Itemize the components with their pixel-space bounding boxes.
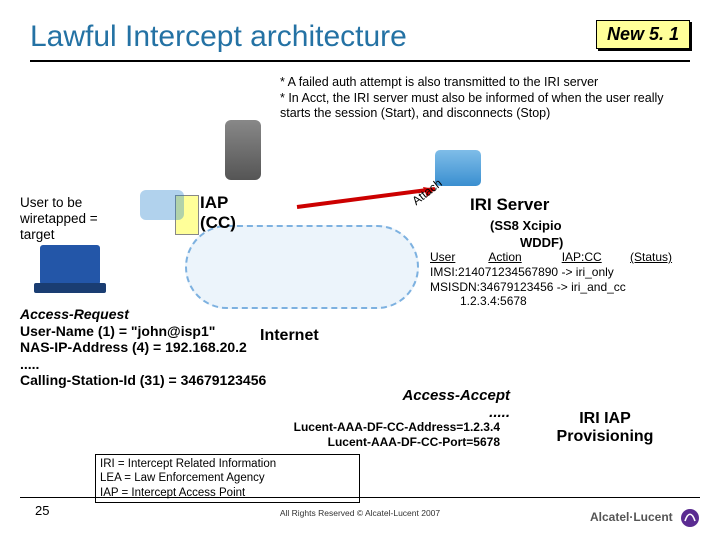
note-line: * In Acct, the IRI server must also be i… bbox=[280, 91, 690, 122]
iri-table-row: MSISDN:34679123456 -> iri_and_cc 1.2.3.4… bbox=[430, 280, 720, 308]
col-status: (Status) bbox=[630, 250, 685, 264]
database-icon bbox=[225, 120, 261, 180]
definitions-box: IRI = Intercept Related Information LEA … bbox=[95, 454, 360, 503]
network-cloud-icon bbox=[185, 225, 419, 309]
page-title: Lawful Intercept architecture bbox=[30, 20, 407, 53]
target-user-label: User to be wiretapped = target bbox=[20, 195, 110, 244]
access-request-title: Access-Request bbox=[20, 306, 266, 323]
iri-server-label: IRI Server bbox=[470, 195, 549, 215]
avp-dots: ..... bbox=[20, 356, 266, 373]
iri-row-main: MSISDN:34679123456 -> iri_and_cc bbox=[430, 280, 626, 294]
cc-label: (CC) bbox=[200, 213, 236, 233]
internet-label: Internet bbox=[260, 327, 319, 345]
iri-table-header: User Action IAP:CC (Status) bbox=[430, 250, 685, 264]
new-badge: New 5. 1 bbox=[596, 20, 690, 49]
definition-line: LEA = Law Enforcement Agency bbox=[100, 471, 355, 485]
wddf-sublabel: WDDF) bbox=[520, 235, 563, 250]
laptop-icon bbox=[40, 245, 100, 285]
iri-row-addr: 1.2.3.4:5678 bbox=[460, 294, 527, 308]
iri-table-row: IMSI:214071234567890 -> iri_only bbox=[430, 265, 614, 279]
col-action: Action bbox=[488, 250, 558, 264]
avp-line: User-Name (1) = "john@isp1" bbox=[20, 323, 266, 340]
iri-iap-provisioning-label: IRI IAP Provisioning bbox=[545, 410, 665, 447]
avp-dots: ..... bbox=[290, 404, 510, 421]
col-user: User bbox=[430, 250, 485, 264]
lucent-avp-line: Lucent-AAA-DF-CC-Address=1.2.3.4 bbox=[260, 420, 500, 435]
lucent-avp-block: Lucent-AAA-DF-CC-Address=1.2.3.4 Lucent-… bbox=[260, 420, 500, 450]
iri-server-sublabel: (SS8 Xcipio bbox=[490, 218, 562, 233]
iap-label: IAP bbox=[200, 193, 236, 213]
access-accept-title: Access-Accept bbox=[290, 387, 510, 404]
iap-cc-label: IAP (CC) bbox=[200, 193, 236, 232]
avp-line: NAS-IP-Address (4) = 192.168.20.2 bbox=[20, 339, 266, 356]
footer-rule bbox=[20, 497, 700, 498]
router-icon bbox=[140, 190, 184, 220]
note-line: * A failed auth attempt is also transmit… bbox=[280, 75, 690, 91]
definition-line: IRI = Intercept Related Information bbox=[100, 457, 355, 471]
access-accept-block: Access-Accept ..... bbox=[290, 387, 510, 422]
iri-notes: * A failed auth attempt is also transmit… bbox=[280, 75, 690, 122]
iri-server-icon bbox=[435, 150, 481, 186]
access-request-block: Access-Request User-Name (1) = "john@isp… bbox=[20, 306, 266, 389]
col-iap-cc: IAP:CC bbox=[562, 250, 627, 264]
brand-mark-icon bbox=[680, 508, 700, 528]
title-row: Lawful Intercept architecture New 5. 1 bbox=[30, 20, 690, 62]
brand-logo: Alcatel·Lucent bbox=[590, 508, 700, 528]
lucent-avp-line: Lucent-AAA-DF-CC-Port=5678 bbox=[260, 435, 500, 450]
brand-text: Alcatel·Lucent bbox=[590, 510, 673, 524]
avp-line: Calling-Station-Id (31) = 34679123456 bbox=[20, 372, 266, 389]
